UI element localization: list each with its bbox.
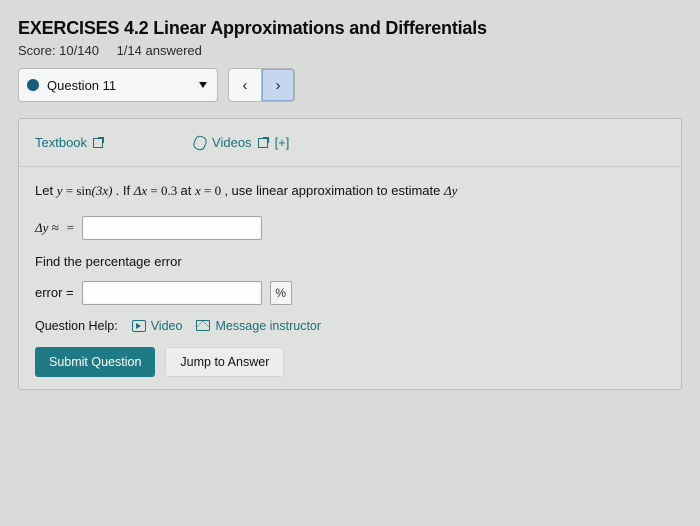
question-selector-label: Question 11 (47, 78, 116, 93)
answered-value: 1/14 answered (117, 43, 202, 58)
question-selector[interactable]: Question 11 (18, 68, 218, 102)
help-label: Question Help: (35, 319, 118, 333)
attachment-icon (192, 134, 208, 151)
play-icon (132, 320, 146, 332)
help-message-link[interactable]: Message instructor (196, 319, 321, 333)
page-title: EXERCISES 4.2 Linear Approximations and … (18, 18, 682, 39)
score-value: Score: 10/140 (18, 43, 99, 58)
submit-question-button[interactable]: Submit Question (35, 347, 155, 377)
equals-sign: = (67, 220, 74, 236)
chevron-down-icon (199, 82, 207, 88)
percent-unit: % (270, 281, 292, 305)
prev-question-button[interactable]: ‹ (228, 68, 262, 102)
find-error-label: Find the percentage error (35, 254, 665, 269)
popout-icon (258, 137, 269, 148)
envelope-icon (196, 320, 210, 331)
delta-y-label: Δy ≈ (35, 220, 59, 236)
error-label: error = (35, 285, 74, 300)
jump-to-answer-button[interactable]: Jump to Answer (165, 347, 284, 377)
popout-icon (93, 137, 104, 148)
videos-link[interactable]: Videos [+] (194, 135, 289, 150)
status-dot-icon (27, 79, 39, 91)
help-video-link[interactable]: Video (132, 319, 183, 333)
textbook-link[interactable]: Textbook (35, 135, 104, 150)
question-box: Textbook Videos [+] Let y = sin(3x) . If… (18, 118, 682, 390)
question-nav: ‹ › (228, 68, 295, 102)
score-line: Score: 10/140 1/14 answered (18, 43, 682, 58)
question-help-line: Question Help: Video Message instructor (35, 319, 665, 333)
next-question-button[interactable]: › (261, 68, 295, 102)
question-resources: Textbook Videos [+] (19, 119, 681, 167)
error-input[interactable] (82, 281, 262, 305)
problem-statement: Let y = sin(3x) . If Δx = 0.3 at x = 0 ,… (35, 181, 665, 202)
delta-y-input[interactable] (82, 216, 262, 240)
